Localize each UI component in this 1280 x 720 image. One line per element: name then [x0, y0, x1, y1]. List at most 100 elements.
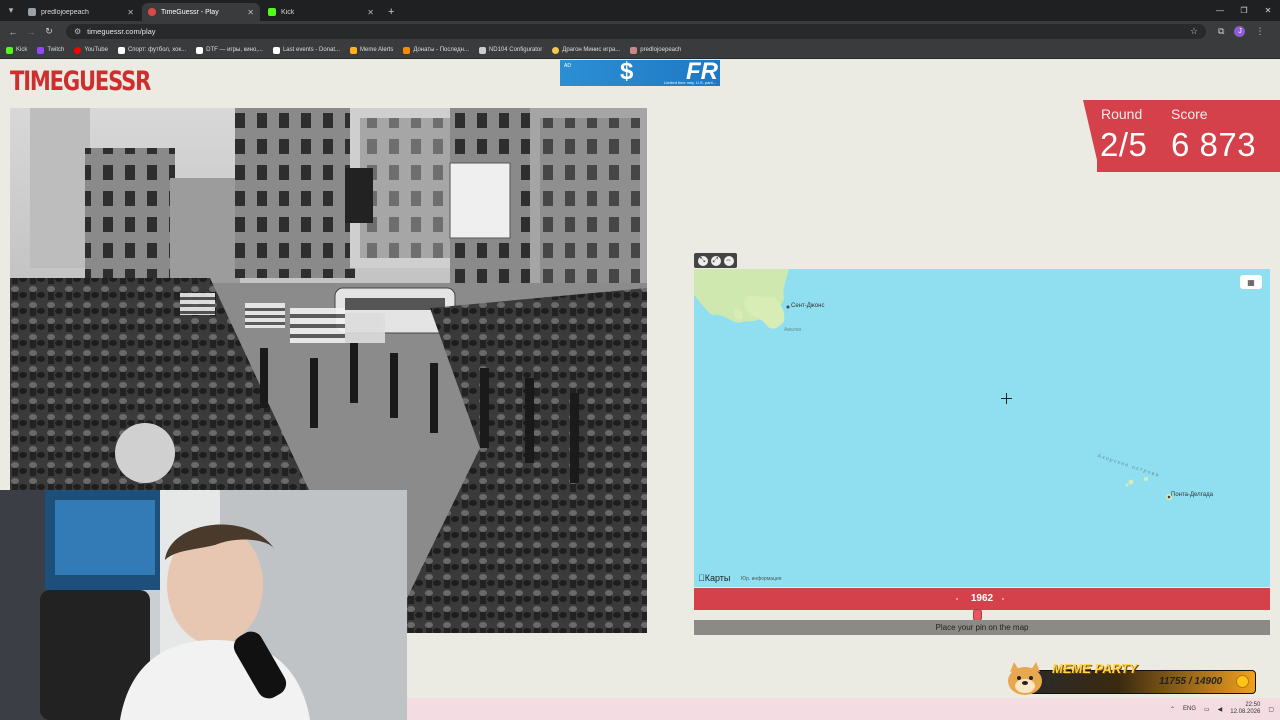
tab-title: TimeGuessr - Play	[161, 8, 219, 16]
close-window-icon[interactable]: ✕	[1256, 0, 1280, 21]
map-land-shapes	[694, 269, 1172, 500]
tab-kick[interactable]: Kick ✕	[262, 3, 380, 21]
bookmark-donations[interactable]: Донаты - Последн...	[403, 46, 469, 54]
maps-brand-text: Карты	[698, 573, 731, 583]
reload-icon[interactable]: ↻	[40, 26, 58, 37]
bookmark-label: Meme Alerts	[360, 47, 394, 53]
bookmark-sport[interactable]: Спорт: футбол, хок...	[117, 46, 187, 54]
maps-brand: Карты	[698, 573, 730, 583]
bookmark-star-icon[interactable]: ☆	[1190, 26, 1198, 37]
coin-icon	[1236, 675, 1249, 688]
close-icon[interactable]: ✕	[247, 8, 254, 17]
url-text: timeguessr.com/play	[87, 27, 156, 36]
tab-favicon	[148, 8, 156, 16]
bookmark-label: Last events - Donat...	[282, 47, 340, 53]
bookmark-dragon[interactable]: Драгон Минис игра...	[552, 46, 620, 54]
year-value: 1962	[970, 593, 994, 604]
bookmark-icon	[552, 46, 560, 54]
extensions-icon[interactable]: ⧉	[1218, 26, 1224, 37]
bookmark-icon	[37, 46, 45, 54]
url-input[interactable]: ⚙ timeguessr.com/play ☆	[66, 24, 1206, 39]
bookmark-icon	[196, 46, 204, 54]
tab-predlojoepeach[interactable]: predlojoepeach ✕	[22, 3, 140, 21]
tab-search-icon[interactable]: ▾	[0, 0, 22, 21]
bookmark-kick[interactable]: Kick	[6, 46, 28, 54]
score-label: Score	[1171, 106, 1208, 122]
round-value: 2/5	[1100, 126, 1148, 163]
bookmark-nd104[interactable]: ND104 Configurator	[478, 46, 543, 54]
tab-timeguessr[interactable]: TimeGuessr - Play ✕	[142, 3, 260, 21]
bookmark-icon	[478, 46, 486, 54]
bookmark-label: Kick	[16, 47, 28, 53]
browser-tab-bar: ▾ predlojoepeach ✕ TimeGuessr - Play ✕ K…	[0, 0, 1280, 21]
system-clock[interactable]: 22:50 12.08.2026	[1230, 702, 1260, 716]
bookmark-label: ND104 Configurator	[488, 47, 543, 53]
bookmark-icon	[74, 46, 82, 54]
meme-party-widget: MEME PARTY 11755 / 14900	[1004, 661, 1258, 696]
bookmark-label: Спорт: футбол, хок...	[127, 47, 187, 53]
bookmark-last-events[interactable]: Last events - Donat...	[272, 46, 340, 54]
bookmark-meme-alerts[interactable]: Meme Alerts	[350, 46, 394, 54]
webcam-feed	[0, 490, 407, 720]
bookmark-icon	[272, 46, 280, 54]
bookmark-icon	[350, 46, 357, 54]
bookmark-label: Twitch	[47, 47, 65, 53]
bookmark-dtf[interactable]: DTF — игры, кино,...	[196, 46, 263, 54]
expand-map-icon[interactable]: ⤡	[697, 255, 708, 266]
bookmark-predlojoepeach[interactable]: predlojoepeach	[630, 46, 682, 54]
keyboard-language[interactable]: ENG	[1183, 706, 1196, 712]
system-taskbar: ⌃ ENG ▭ ◀ 22:50 12.08.2026 ▢	[407, 698, 1280, 720]
score-value: 6 873	[1171, 126, 1257, 163]
timeguessr-logo[interactable]: TIMEGUESSR	[10, 66, 151, 97]
doge-icon	[1008, 662, 1042, 695]
map-label-avalon: Авалон	[784, 327, 802, 333]
back-icon[interactable]: ←	[4, 27, 22, 37]
guess-map[interactable]: Сент-Джонс Авалон Азорские острова Понта…	[694, 269, 1270, 587]
bookmark-label: DTF — игры, кино,...	[206, 47, 263, 53]
place-pin-text: Place your pin on the map	[935, 623, 1029, 632]
map-layers-icon[interactable]: ▦	[1240, 275, 1262, 289]
bookmark-twitch[interactable]: Twitch	[37, 46, 65, 54]
tab-favicon	[28, 8, 36, 16]
ad-fine-print: Limited time only. U.S. parti...	[664, 80, 716, 85]
restore-icon[interactable]: ❐	[1232, 0, 1256, 21]
site-info-icon[interactable]: ⚙	[74, 27, 81, 36]
map-label-st-johns: Сент-Джонс	[791, 303, 825, 309]
place-pin-button[interactable]: Place your pin on the map	[694, 620, 1270, 635]
bookmarks-bar: Kick Twitch YouTube Спорт: футбол, хок..…	[0, 42, 1280, 59]
clock-date: 12.08.2026	[1230, 709, 1261, 715]
year-slider-bar[interactable]: 1962	[694, 588, 1270, 610]
bookmark-label: YouTube	[84, 47, 108, 53]
bookmark-label: Донаты - Последн...	[413, 47, 469, 53]
close-icon[interactable]: ✕	[367, 8, 374, 17]
clock-time: 22:50	[1245, 702, 1261, 708]
bookmark-icon	[403, 46, 411, 54]
profile-avatar[interactable]: J	[1234, 26, 1246, 37]
bookmark-youtube[interactable]: YouTube	[74, 46, 108, 54]
round-label: Round	[1101, 106, 1143, 122]
meme-party-title: MEME PARTY	[1052, 661, 1138, 676]
minimize-icon[interactable]: —	[1208, 0, 1232, 21]
tab-favicon	[268, 8, 276, 16]
streamer-webcam	[0, 490, 407, 720]
tab-title: Kick	[281, 8, 295, 16]
close-icon[interactable]: ✕	[127, 8, 134, 17]
window-controls: — ❐ ✕	[1208, 0, 1280, 21]
forward-icon[interactable]: →	[22, 27, 40, 37]
score-panel: Round Score 2/5 6 873	[1083, 100, 1280, 172]
new-tab-icon[interactable]: +	[382, 3, 400, 21]
bookmark-icon	[6, 46, 13, 54]
tray-chevron-icon[interactable]: ⌃	[1170, 706, 1175, 713]
ad-tag: AD	[564, 63, 571, 69]
crosshair-cursor-icon	[1001, 393, 1012, 404]
map-legal-link[interactable]: Юр. информация	[741, 576, 781, 582]
notifications-icon[interactable]: ▢	[1268, 706, 1274, 713]
network-icon[interactable]: ▭	[1204, 706, 1210, 713]
menu-icon[interactable]: ⋮	[1255, 26, 1264, 37]
address-toolbar: ← → ↻ ⚙ timeguessr.com/play ☆ ⧉ J ⋮	[0, 21, 1280, 42]
bookmark-label: predlojoepeach	[640, 47, 682, 53]
shrink-map-icon[interactable]: ⤢	[710, 255, 721, 266]
volume-icon[interactable]: ◀	[1218, 706, 1223, 713]
pin-map-icon[interactable]: ⇔	[723, 255, 734, 266]
ad-banner[interactable]: AD $ FR Limited time only. U.S. parti...	[560, 60, 720, 86]
